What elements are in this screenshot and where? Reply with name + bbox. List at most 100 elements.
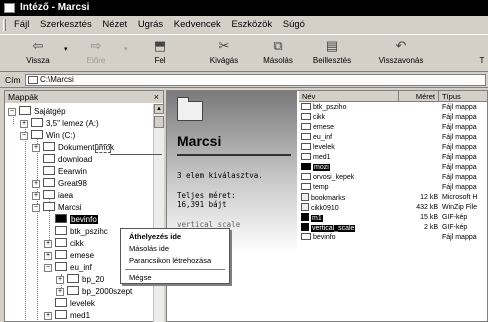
tree-item-emese[interactable]: + emese <box>44 250 94 262</box>
scroll-up-icon[interactable]: ▲ <box>154 104 164 114</box>
tree-item-iaea[interactable]: + iaea <box>32 190 73 202</box>
menu-separator <box>125 269 225 270</box>
folder-tree: − Sajátgép +3,5" lemez (A:) − Win (C:) + Do… <box>5 104 153 322</box>
menu-go[interactable]: Ugrás <box>138 17 163 33</box>
tree-item-bevinfo[interactable]: bevinfo <box>55 214 98 226</box>
menu-favorites[interactable]: Kedvencek <box>174 17 221 33</box>
copy-button[interactable]: ⧉ Másolás <box>256 37 300 71</box>
total-size-label: Teljes méret: <box>177 191 236 200</box>
tree-item-levelek[interactable]: levelek <box>55 298 95 310</box>
drive-icon <box>31 130 43 139</box>
list-item[interactable]: temp Fájl mappa <box>299 183 487 193</box>
menu-item-create-shortcut[interactable]: Parancsikon létrehozása <box>121 255 229 266</box>
menu-item-copy-here[interactable]: Másolás ide <box>121 243 229 254</box>
drag-context-menu: Áthelyezés ide Másolás ide Parancsikon l… <box>120 228 230 284</box>
tree-item-eearwin[interactable]: Eearwin <box>43 166 87 178</box>
list-item[interactable]: eu_inf Fájl mappa <box>299 133 487 143</box>
menu-item-cancel[interactable]: Mégse <box>121 272 229 283</box>
back-button[interactable]: ⇦ Vissza <box>18 37 58 71</box>
menu-item-move-here[interactable]: Áthelyezés ide <box>121 231 229 242</box>
tree-item-floppy[interactable]: +3,5" lemez (A:) <box>20 118 99 130</box>
scroll-thumb[interactable] <box>154 116 164 128</box>
folder-icon <box>301 163 311 170</box>
floppy-icon <box>31 118 43 127</box>
menu-view[interactable]: Nézet <box>102 17 127 33</box>
folder-icon <box>55 238 67 247</box>
back-label: Vissza <box>26 56 50 65</box>
folder-icon <box>67 274 79 283</box>
folder-icon <box>55 310 67 319</box>
more-icon <box>476 39 488 53</box>
column-header-type[interactable]: Típus <box>439 91 487 102</box>
list-item[interactable]: med1 Fájl mappa <box>299 153 487 163</box>
copy-icon: ⧉ <box>273 38 283 53</box>
drag-line <box>110 154 162 155</box>
tree-item-med1[interactable]: + med1 <box>44 310 90 322</box>
address-label: Cím <box>5 75 21 85</box>
folder-up-icon: ⬒ <box>153 38 167 53</box>
tree-item-eu-inf[interactable]: − eu_inf <box>44 262 92 274</box>
html-file-icon <box>301 193 309 201</box>
folders-header: Mappák × <box>5 91 163 103</box>
list-item[interactable]: bookmarks 12 kB Microsoft H <box>299 193 487 203</box>
folder-icon <box>55 226 67 235</box>
paste-button[interactable]: ▤ Beillesztés <box>306 37 358 71</box>
tree-item-marcsi[interactable]: − Marcsi <box>32 202 82 214</box>
address-field[interactable]: C:\Marcsi <box>25 74 486 86</box>
image-file-icon <box>301 223 309 231</box>
menu-tools[interactable]: Eszközök <box>231 17 272 33</box>
list-item[interactable]: orvosi_kepek Fájl mappa <box>299 173 487 183</box>
tree-item-cikk[interactable]: + cikk <box>44 238 84 250</box>
menu-help[interactable]: Súgó <box>283 17 305 33</box>
tree-item-bp-2000szept[interactable]: + bp_2000szept <box>56 286 132 298</box>
paste-label: Beillesztés <box>312 56 352 65</box>
undo-button[interactable]: ↶ Visszavonás <box>372 37 430 71</box>
list-item[interactable]: mozi Fájl mappa <box>299 163 487 173</box>
title-divider <box>177 154 291 156</box>
tree-item-great98[interactable]: + Great98 <box>32 178 87 190</box>
image-file-icon <box>301 213 309 221</box>
scissors-icon: ✂ <box>218 38 230 53</box>
standard-toolbar: ⇦ Vissza ▾ ⇨ Előre ▾ ⬒ Fel ✂ Kivágás ⧉ M… <box>0 34 488 72</box>
tree-item-win-c[interactable]: − Win (C:) <box>20 130 75 142</box>
list-item[interactable]: emese Fájl mappa <box>299 123 487 133</box>
folders-pane: Mappák × − Sajátgép +3,5" lemez (A:) − Win… <box>4 90 164 322</box>
list-item[interactable]: vertical_scale 2 kB GIF-kép <box>299 223 487 233</box>
list-item[interactable]: cikk Fájl mappa <box>299 113 487 123</box>
folder-title: Marcsi <box>177 133 222 149</box>
tree-item-download[interactable]: download <box>43 154 92 166</box>
window-title: Intéző - Marcsi <box>20 2 90 13</box>
address-bar: Cím C:\Marcsi <box>0 73 488 88</box>
menu-file[interactable]: Fájl <box>14 17 29 33</box>
folder-icon <box>43 178 55 187</box>
folders-title: Mappák <box>8 92 39 102</box>
explorer-window: Intéző - Marcsi Fájl Szerkesztés Nézet U… <box>0 0 488 322</box>
folder-icon <box>28 76 38 84</box>
drag-ghost <box>95 144 111 153</box>
column-header-name[interactable]: Név <box>299 91 399 102</box>
list-item[interactable]: btk_psziho Fájl mappa <box>299 103 487 113</box>
folder-icon <box>55 298 67 307</box>
cut-button[interactable]: ✂ Kivágás <box>202 37 246 71</box>
tree-item-sajatgep[interactable]: − Sajátgép <box>8 106 66 118</box>
more-button[interactable]: T <box>476 37 488 71</box>
large-folder-icon <box>177 97 203 121</box>
title-bar[interactable]: Intéző - Marcsi <box>0 0 488 16</box>
address-value: C:\Marcsi <box>40 75 74 84</box>
list-item[interactable]: cikk0910 432 kB WinZip File <box>299 203 487 213</box>
tree-item-btk-pszicho[interactable]: btk_pszihc <box>55 226 108 238</box>
menu-edit[interactable]: Szerkesztés <box>40 17 92 33</box>
list-item[interactable]: m1 15 kB GIF-kép <box>299 213 487 223</box>
folder-icon <box>67 286 79 295</box>
close-icon[interactable]: × <box>154 91 159 103</box>
up-button[interactable]: ⬒ Fel <box>140 37 180 71</box>
forward-button[interactable]: ⇨ Előre <box>76 37 116 71</box>
total-size-value: 16,391 bájt <box>177 200 227 209</box>
list-item[interactable]: bevinfo Fájl mappa <box>299 233 487 243</box>
tree-item-bp-20[interactable]: + bp_20 <box>56 274 104 286</box>
list-item[interactable]: levelek Fájl mappa <box>299 143 487 153</box>
column-header-size[interactable]: Méret <box>399 91 439 102</box>
tree-scrollbar[interactable]: ▲ <box>153 104 164 322</box>
undo-icon: ↶ <box>395 38 407 53</box>
folder-icon <box>301 143 311 150</box>
